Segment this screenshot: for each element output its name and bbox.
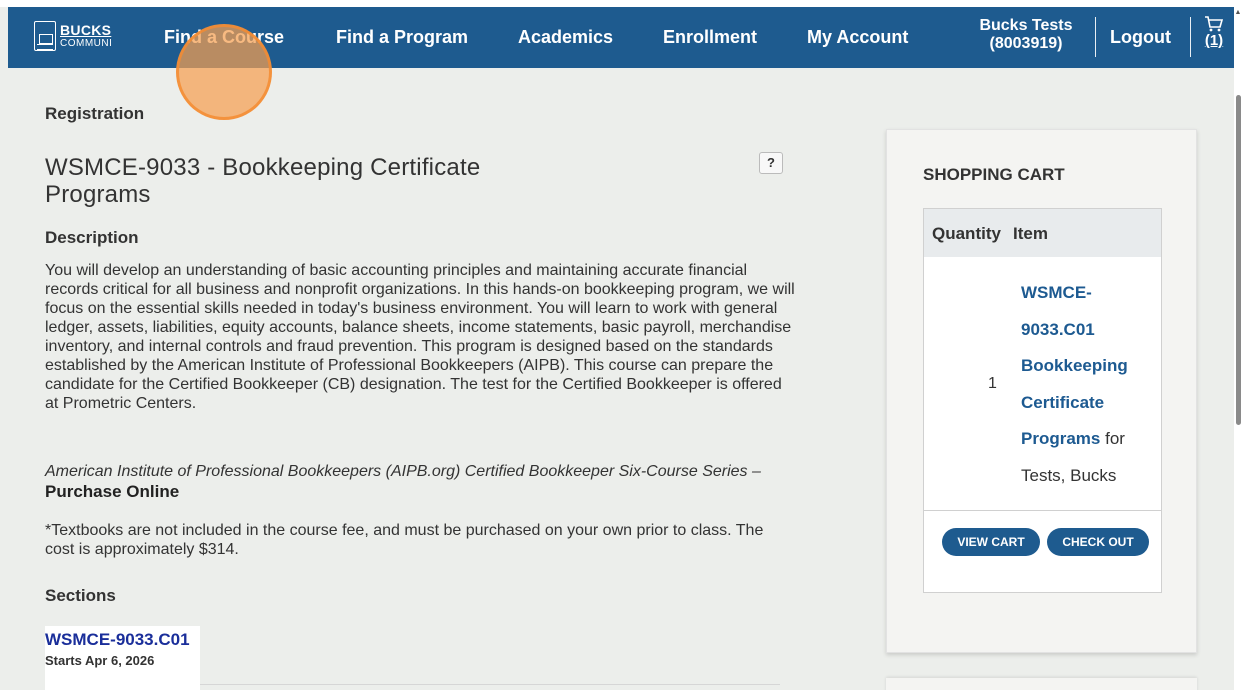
scroll-up-arrow-icon[interactable]: ▲: [1234, 9, 1242, 17]
browser-top-strip: [0, 0, 1242, 7]
cart-icon: [1205, 16, 1224, 32]
textbooks-note: *Textbooks are not included in the cours…: [45, 522, 764, 558]
cart-col-quantity: Quantity: [932, 224, 1001, 243]
cart-count: (1): [1204, 32, 1224, 49]
logo-line-2: COMMUNI: [60, 38, 113, 49]
section-divider: [200, 684, 780, 685]
cart-col-item: Item: [1013, 224, 1048, 243]
section-card[interactable]: WSMCE-9033.C01 Starts Apr 6, 2026: [45, 626, 200, 690]
touch-indicator: [176, 24, 272, 120]
aipb-note: American Institute of Professional Bookk…: [45, 462, 795, 503]
nav-enrollment[interactable]: Enrollment: [663, 27, 757, 48]
logout-link[interactable]: Logout: [1110, 27, 1171, 48]
purchase-online-link[interactable]: Purchase Online: [45, 482, 179, 501]
college-logo[interactable]: BUCKS COMMUNI: [34, 21, 124, 55]
nav-my-account[interactable]: My Account: [807, 27, 908, 48]
cart-table-header: Quantity Item: [924, 209, 1161, 257]
cart-divider: [924, 510, 1161, 511]
cart-title: SHOPPING CART: [923, 165, 1065, 184]
cart-item: WSMCE-9033.C01 Bookkeeping Certificate P…: [1021, 275, 1151, 494]
section-start-date: Starts Apr 6, 2026: [45, 653, 155, 668]
cart-table: Quantity Item 1 WSMCE-9033.C01 Bookkeepi…: [923, 208, 1162, 593]
user-name-text: Bucks Tests: [979, 17, 1073, 34]
logo-line-1: BUCKS: [60, 22, 112, 38]
description-heading: Description: [45, 228, 139, 247]
view-cart-button[interactable]: VIEW CART: [942, 528, 1040, 556]
page-breadcrumb: Registration: [45, 104, 145, 123]
section-code[interactable]: WSMCE-9033.C01: [45, 630, 200, 650]
scrollbar-thumb[interactable]: [1236, 95, 1241, 425]
course-title: WSMCE-9033 - Bookkeeping Certificate Pro…: [45, 154, 481, 208]
next-panel: [886, 678, 1197, 690]
user-id-text: (8003919): [989, 35, 1063, 52]
course-description: You will develop an understanding of bas…: [45, 262, 795, 412]
college-seal-icon: [34, 21, 56, 51]
nav-cart-link[interactable]: (1): [1201, 15, 1227, 59]
nav-find-a-program[interactable]: Find a Program: [336, 27, 468, 48]
nav-academics[interactable]: Academics: [518, 27, 613, 48]
nav-divider: [1190, 17, 1191, 57]
nav-divider: [1095, 17, 1096, 57]
aipb-text: American Institute of Professional Bookk…: [45, 463, 761, 480]
shopping-cart-panel: SHOPPING CART Quantity Item 1 WSMCE-9033…: [886, 129, 1197, 653]
help-button[interactable]: ?: [759, 152, 783, 174]
sections-heading: Sections: [45, 586, 116, 605]
check-out-button[interactable]: CHECK OUT: [1047, 528, 1149, 556]
user-account-name[interactable]: Bucks Tests (8003919): [970, 17, 1082, 53]
cart-item-link[interactable]: WSMCE-9033.C01 Bookkeeping Certificate P…: [1021, 283, 1128, 448]
cart-item-quantity: 1: [988, 375, 997, 392]
